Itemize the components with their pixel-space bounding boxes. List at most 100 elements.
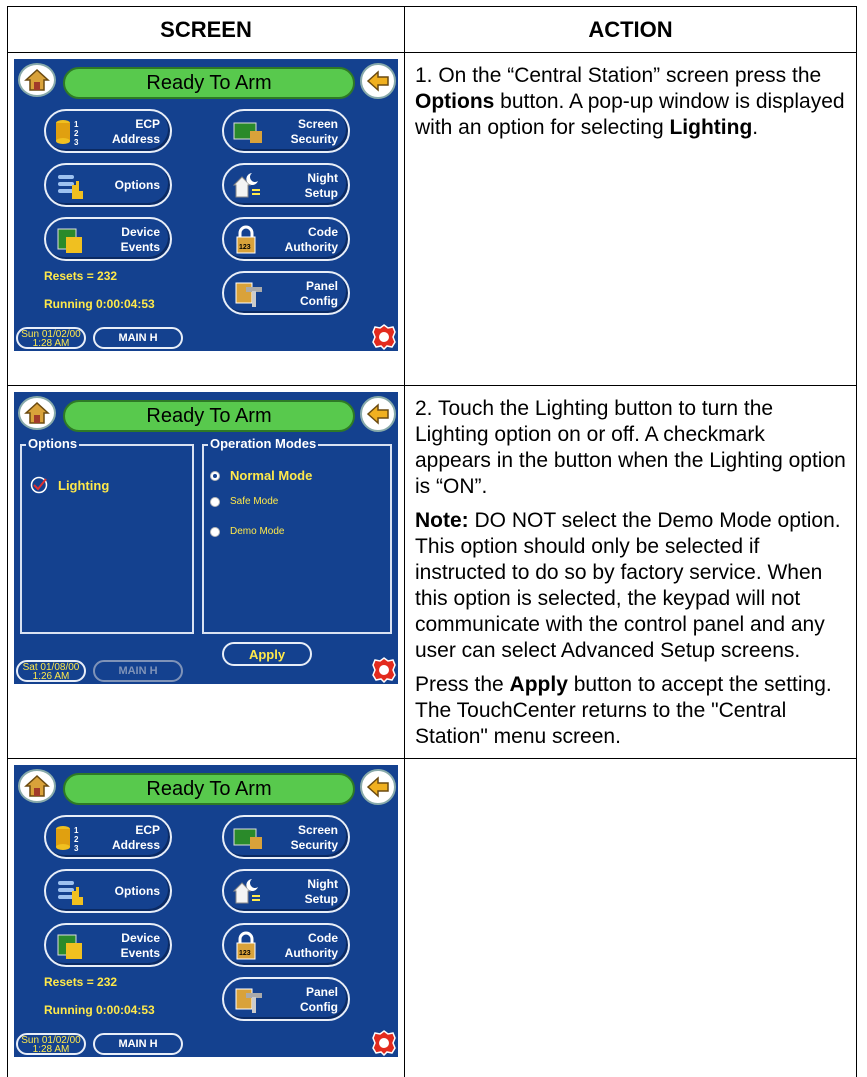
options-label: Options: [114, 178, 160, 192]
night-setup-label: Night Setup: [304, 171, 338, 200]
panel-config-button[interactable]: Panel Config: [222, 271, 350, 315]
svg-text:2: 2: [74, 129, 79, 138]
code-authority-label: Code Authority: [284, 225, 338, 254]
checkmark-icon: [30, 476, 48, 494]
device-events-button[interactable]: Device Events: [44, 923, 172, 967]
action-cell-step1: 1. On the “Central Station” screen press…: [404, 52, 857, 386]
time-text: 1:28 AM: [32, 338, 70, 349]
padlock-icon: 123: [236, 225, 256, 254]
normal-mode-radio[interactable]: Normal Mode: [210, 468, 312, 483]
arrow-left-icon: [366, 70, 389, 92]
ecp-address-button[interactable]: 123 ECP Address: [44, 815, 172, 859]
code-authority-label: Code Authority: [284, 931, 338, 960]
screen-security-label: Screen Security: [290, 117, 338, 146]
status-bar: Ready To Arm: [63, 400, 355, 432]
night-setup-label: Night Setup: [304, 877, 338, 906]
back-button[interactable]: [360, 769, 396, 805]
note-text: DO NOT select the Demo Mode option. This…: [415, 509, 841, 662]
instruction-table: SCREEN ACTION Ready To Arm 123 ECP Addre…: [7, 6, 857, 1077]
panel-config-button[interactable]: Panel Config: [222, 977, 350, 1021]
screen-security-button[interactable]: Screen Security: [222, 815, 350, 859]
step2-paragraph: 2. Touch the Lighting button to turn the…: [415, 397, 846, 498]
screen-cell: Ready To Arm Options Lighting Operation …: [7, 385, 405, 759]
lighting-option[interactable]: Lighting: [30, 476, 109, 494]
resets-text: Resets = 232: [44, 269, 118, 283]
ecp-address-button[interactable]: 123 ECP Address: [44, 109, 172, 153]
running-text: Running 0:00:04:53: [44, 297, 155, 311]
svg-text:2: 2: [74, 835, 79, 844]
options-hand-icon: [58, 175, 83, 199]
radio-unselected-icon: [210, 526, 220, 537]
radio-unselected-icon: [210, 496, 220, 507]
date-time-button[interactable]: Sun 01/02/00 1:28 AM: [16, 1033, 86, 1055]
main-button[interactable]: MAIN H: [93, 660, 183, 682]
padlock-icon: 123: [236, 931, 256, 960]
back-button[interactable]: [360, 63, 396, 99]
radio-selected-icon: [210, 470, 220, 481]
device-events-label: Device Events: [120, 931, 160, 960]
central-station-screen: Ready To Arm 123 ECP Address Screen Secu…: [14, 765, 398, 1057]
svg-text:123: 123: [239, 950, 251, 957]
panel-config-label: Panel Config: [300, 279, 338, 308]
lighting-label: Lighting: [58, 477, 110, 493]
night-setup-button[interactable]: Night Setup: [222, 869, 350, 913]
database-icon: 123: [56, 120, 79, 147]
code-authority-button[interactable]: 123 Code Authority: [222, 217, 350, 261]
monitor-lock-icon: [233, 828, 262, 849]
time-text: 1:28 AM: [32, 1044, 70, 1055]
arrow-left-icon: [366, 403, 389, 425]
action-cell-step2: 2. Touch the Lighting button to turn the…: [404, 385, 857, 759]
options-button[interactable]: Options: [44, 869, 172, 913]
svg-text:3: 3: [74, 844, 79, 853]
device-events-button[interactable]: Device Events: [44, 217, 172, 261]
demo-mode-label: Demo Mode: [230, 526, 285, 537]
table-row: Ready To Arm 123 ECP Address Screen Secu…: [7, 758, 857, 1077]
safe-mode-radio[interactable]: Safe Mode: [210, 496, 278, 507]
emergency-shield-icon[interactable]: [371, 657, 397, 683]
emergency-shield-icon[interactable]: [371, 324, 397, 350]
central-station-screen: Ready To Arm 123 ECP Address Screen Secu…: [14, 59, 398, 351]
table-header-row: SCREEN ACTION: [7, 6, 857, 53]
main-button[interactable]: MAIN H: [93, 327, 183, 349]
operation-modes-group: Operation Modes Normal Mode Safe Mode De…: [202, 436, 392, 634]
ecp-address-label: ECP Address: [111, 823, 160, 852]
action-cell-empty: [404, 758, 857, 1077]
date-time-button[interactable]: Sat 01/08/00 1:26 AM: [16, 660, 86, 682]
panel-hammer-icon: [235, 988, 262, 1013]
options-hand-icon: [58, 881, 83, 905]
press-text-a: Press the: [415, 673, 510, 696]
emergency-shield-icon[interactable]: [371, 1030, 397, 1056]
night-house-icon: [232, 879, 260, 904]
table-row: Ready To Arm Options Lighting Operation …: [7, 385, 857, 759]
night-setup-button[interactable]: Night Setup: [222, 163, 350, 207]
press-apply-bold: Apply: [509, 673, 568, 696]
database-icon: 123: [56, 826, 79, 853]
resets-text: Resets = 232: [44, 975, 118, 989]
demo-mode-radio[interactable]: Demo Mode: [210, 526, 284, 537]
header-action: ACTION: [404, 6, 857, 53]
home-icon: [24, 401, 50, 424]
arrow-left-icon: [366, 776, 389, 798]
press-apply-paragraph: Press the Apply button to accept the set…: [415, 672, 846, 750]
monitor-lock-icon: [233, 122, 262, 143]
step1-options-bold: Options: [415, 90, 495, 113]
options-button[interactable]: Options: [44, 163, 172, 207]
home-button[interactable]: [18, 396, 56, 430]
code-authority-button[interactable]: 123 Code Authority: [222, 923, 350, 967]
screen-security-label: Screen Security: [290, 823, 338, 852]
svg-text:123: 123: [239, 244, 251, 251]
date-time-button[interactable]: Sun 01/02/00 1:28 AM: [16, 327, 86, 349]
home-button[interactable]: [18, 63, 56, 97]
note-paragraph: Note: DO NOT select the Demo Mode option…: [415, 508, 846, 664]
options-screen: Ready To Arm Options Lighting Operation …: [14, 392, 398, 684]
main-button[interactable]: MAIN H: [93, 1033, 183, 1055]
back-button[interactable]: [360, 396, 396, 432]
ecp-address-label: ECP Address: [111, 117, 160, 146]
options-group: Options Lighting: [20, 436, 194, 634]
status-bar: Ready To Arm: [63, 67, 355, 99]
options-label: Options: [114, 884, 160, 898]
home-button[interactable]: [18, 769, 56, 803]
svg-text:1: 1: [74, 120, 79, 129]
apply-button[interactable]: Apply: [222, 642, 312, 666]
screen-security-button[interactable]: Screen Security: [222, 109, 350, 153]
